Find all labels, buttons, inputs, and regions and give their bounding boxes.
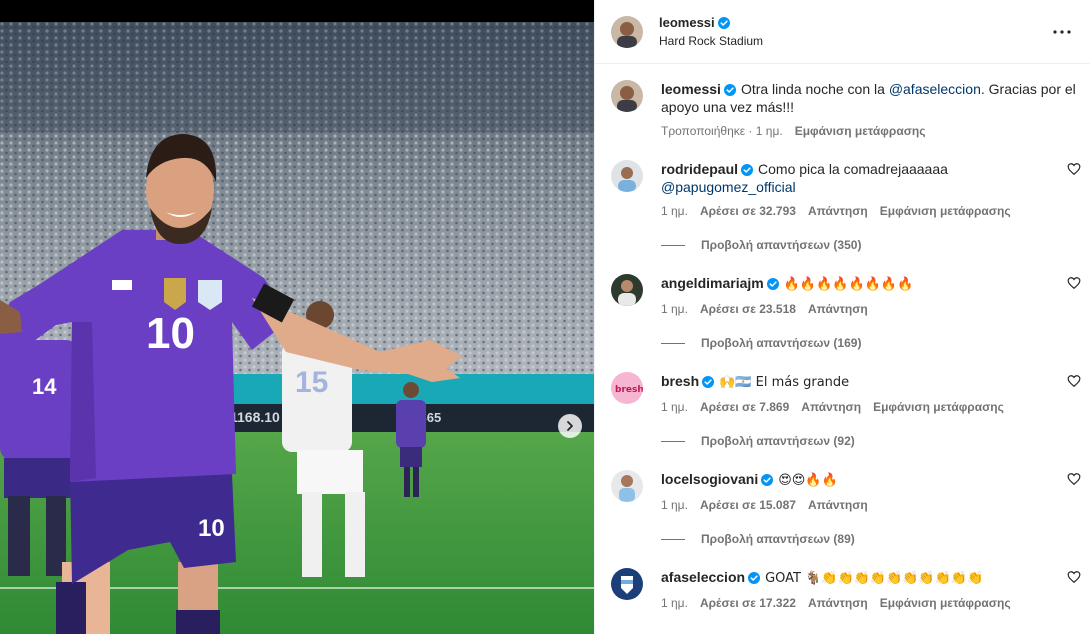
svg-text:1168.10: 1168.10 — [230, 409, 280, 425]
caption-mention[interactable]: @afaseleccion — [889, 81, 981, 97]
view-replies-button[interactable]: Προβολή απαντήσεων (350) — [661, 238, 1043, 252]
post-modal: 1168.10 bet365 15 — [0, 0, 1090, 634]
post-location[interactable]: Hard Rock Stadium — [659, 32, 763, 50]
opponent-jersey-number: 15 — [295, 366, 328, 399]
more-options-icon — [1053, 30, 1071, 34]
avatar[interactable] — [611, 568, 643, 600]
verified-badge-icon — [761, 474, 774, 486]
chevron-right-icon — [567, 421, 573, 431]
view-replies-label: Προβολή απαντήσεων (92) — [701, 434, 855, 448]
comment-time: 1 ημ. — [661, 498, 688, 512]
comment-time: 1 ημ. — [661, 596, 688, 610]
heart-outline-icon[interactable] — [1067, 472, 1081, 486]
verified-badge-icon — [723, 84, 736, 96]
heart-outline-icon[interactable] — [1067, 374, 1081, 388]
view-replies-button[interactable]: Προβολή απαντήσεων (89) — [661, 532, 1043, 546]
avatar[interactable] — [611, 470, 643, 502]
caption-text: Otra linda noche con la — [740, 81, 889, 97]
teammate-jersey-number: 14 — [32, 374, 57, 399]
see-translation-link[interactable]: Εμφάνιση μετάφρασης — [880, 204, 1011, 218]
reply-button[interactable]: Απάντηση — [801, 400, 861, 414]
comment-likes[interactable]: Αρέσει σε 32.793 — [700, 204, 796, 218]
avatar[interactable]: bresh — [611, 372, 643, 404]
view-replies-button[interactable]: Προβολή απαντήσεων (92) — [661, 434, 1043, 448]
comment-username[interactable]: bresh — [661, 373, 699, 389]
comment-time: 1 ημ. — [661, 302, 688, 316]
comment-item: afaseleccion GOAT 🐐👏👏👏👏👏👏👏👏👏👏 1 ημ. Αρέσε… — [595, 568, 1090, 610]
comment-item: angeldimariajm 🔥🔥🔥🔥🔥🔥🔥🔥 1 ημ. Αρέσει σε 2… — [595, 274, 1090, 350]
post-author-username[interactable]: leomessi — [659, 15, 715, 30]
verified-badge-icon — [748, 572, 761, 584]
comment-username[interactable]: angeldimariajm — [661, 275, 764, 291]
comment-username[interactable]: locelsogiovani — [661, 471, 758, 487]
svg-text:bresh: bresh — [615, 385, 643, 395]
view-replies-label: Προβολή απαντήσεων (350) — [701, 238, 862, 252]
comment-text: GOAT 🐐👏👏👏👏👏👏👏👏👏👏 — [765, 571, 984, 586]
comment-text: 😍😍🔥🔥 — [778, 473, 838, 488]
next-photo-button[interactable] — [558, 414, 582, 438]
comment-item: rodridepaul Como pica la comadrejaaaaaa @p… — [595, 160, 1090, 252]
main-jersey-number: 10 — [146, 309, 195, 358]
comment-likes[interactable]: Αρέσει σε 7.869 — [700, 400, 789, 414]
comment-text: Como pica la comadrejaaaaaa — [758, 161, 948, 177]
heart-outline-icon[interactable] — [1067, 570, 1081, 584]
post-header: leomessi Hard Rock Stadium — [595, 0, 1090, 64]
heart-outline-icon[interactable] — [1067, 162, 1081, 176]
see-translation-link[interactable]: Εμφάνιση μετάφρασης — [873, 400, 1004, 414]
verified-badge-icon — [741, 164, 754, 176]
svg-text:10: 10 — [198, 515, 225, 542]
more-options-button[interactable] — [1050, 20, 1074, 44]
reply-button[interactable]: Απάντηση — [808, 498, 868, 512]
verified-badge-icon — [766, 278, 779, 290]
see-translation-link[interactable]: Εμφάνιση μετάφρασης — [795, 124, 926, 138]
comment-text: 🔥🔥🔥🔥🔥🔥🔥🔥 — [783, 277, 914, 292]
comment-item: bresh bresh 🙌🇦🇷 El más grande 1 ημ. Αρέσε… — [595, 372, 1090, 448]
see-translation-link[interactable]: Εμφάνιση μετάφρασης — [880, 596, 1011, 610]
reply-button[interactable]: Απάντηση — [808, 596, 868, 610]
photo-scene: 1168.10 bet365 15 — [0, 22, 594, 634]
reply-button[interactable]: Απάντηση — [808, 204, 868, 218]
view-replies-button[interactable]: Προβολή απαντήσεων (169) — [661, 336, 1043, 350]
comment-time: 1 ημ. — [661, 400, 688, 414]
post-caption: leomessi Otra linda noche con la @afasele… — [595, 80, 1090, 138]
avatar[interactable] — [611, 160, 643, 192]
post-side-panel: leomessi Hard Rock Stadium leomessi Otra … — [594, 0, 1090, 634]
avatar[interactable] — [611, 80, 643, 112]
heart-outline-icon[interactable] — [1067, 276, 1081, 290]
comment-text: 🙌🇦🇷 El más grande — [719, 375, 850, 390]
comment-likes[interactable]: Αρέσει σε 17.322 — [700, 596, 796, 610]
comment-time: 1 ημ. — [661, 204, 688, 218]
comment-item: locelsogiovani 😍😍🔥🔥 1 ημ. Αρέσει σε 15.08… — [595, 470, 1090, 546]
caption-username[interactable]: leomessi — [661, 81, 721, 97]
view-replies-label: Προβολή απαντήσεων (169) — [701, 336, 862, 350]
comments-list: leomessi Otra linda noche con la @afasele… — [595, 64, 1090, 610]
reply-button[interactable]: Απάντηση — [808, 302, 868, 316]
post-photo[interactable]: 1168.10 bet365 15 — [0, 0, 594, 634]
avatar[interactable] — [611, 274, 643, 306]
comment-username[interactable]: rodridepaul — [661, 161, 738, 177]
photo-top-bar — [0, 0, 594, 22]
caption-edited-time: Τροποποιήθηκε · 1 ημ. — [661, 124, 783, 138]
avatar[interactable] — [611, 15, 643, 48]
verified-badge-icon — [717, 16, 730, 29]
comment-mention[interactable]: @papugomez_official — [661, 179, 796, 195]
comment-likes[interactable]: Αρέσει σε 15.087 — [700, 498, 796, 512]
comment-likes[interactable]: Αρέσει σε 23.518 — [700, 302, 796, 316]
comment-username[interactable]: afaseleccion — [661, 569, 745, 585]
view-replies-label: Προβολή απαντήσεων (89) — [701, 532, 855, 546]
verified-badge-icon — [702, 376, 715, 388]
